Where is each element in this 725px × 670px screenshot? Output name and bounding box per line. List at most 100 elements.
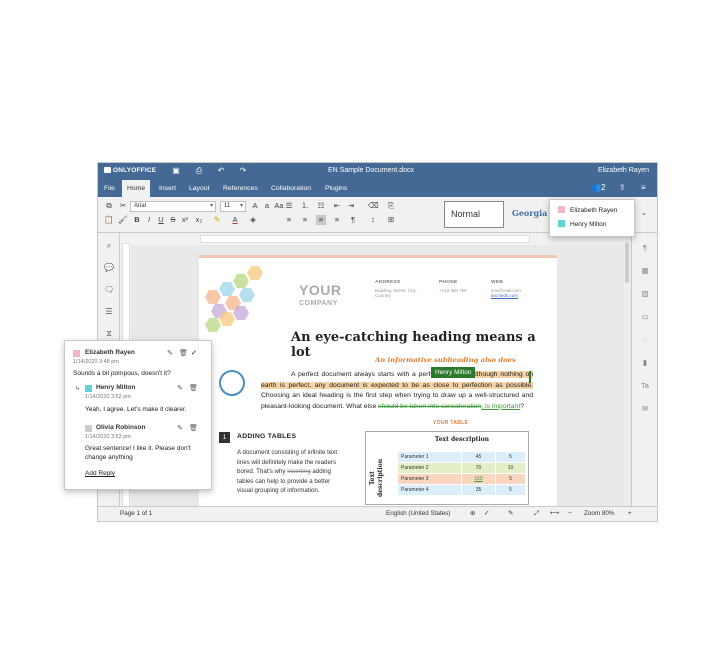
change-case-icon[interactable]: Aa <box>274 201 284 211</box>
decrease-indent-icon[interactable]: ⇤ <box>332 201 342 211</box>
delete-reply-icon[interactable]: 🗑 <box>189 424 198 432</box>
para-deleted-text[interactable]: should be taken into consideration <box>378 403 481 410</box>
format-painter-icon[interactable]: 🖌 <box>118 215 128 225</box>
app-logo-text: ONLYOFFICE <box>113 167 157 174</box>
strikethrough-icon[interactable]: S <box>168 215 178 225</box>
justify-icon[interactable]: ≡ <box>332 215 342 225</box>
textart-settings-icon[interactable]: Ta <box>640 381 650 391</box>
increase-font-icon[interactable]: A <box>250 201 260 211</box>
numbering-icon[interactable]: ⒈ <box>300 201 310 211</box>
scrollbar-thumb[interactable] <box>625 243 629 283</box>
paragraph-marks-icon[interactable]: ¶ <box>348 215 358 225</box>
header-footer-icon[interactable]: ▭ <box>640 312 650 322</box>
add-reply-link[interactable]: Add Reply <box>85 469 115 478</box>
search-icon[interactable]: ⌕ <box>104 241 114 251</box>
fill-color-icon[interactable]: ◈ <box>248 215 258 225</box>
paragraph-settings-icon[interactable]: ¶ <box>640 243 650 253</box>
table-row[interactable]: Parameter 2 70 10 <box>398 463 526 473</box>
save-icon[interactable]: ▣ <box>171 166 181 176</box>
vertical-scrollbar[interactable] <box>624 241 630 506</box>
delete-reply-icon[interactable]: 🗑 <box>189 384 198 392</box>
edit-reply-icon[interactable]: ✎ <box>177 424 183 432</box>
styles-expand-icon[interactable]: ⌄ <box>639 208 649 218</box>
tab-layout[interactable]: Layout <box>184 180 214 197</box>
your-table-label: YOUR TABLE <box>433 420 469 426</box>
horizontal-ruler[interactable] <box>200 235 530 243</box>
font-name-select[interactable]: Arial ▾ <box>130 201 216 212</box>
bullets-icon[interactable]: ☰ <box>284 201 294 211</box>
language-select[interactable]: English (United States) <box>386 510 450 517</box>
table-row[interactable]: Parameter 4 35 5 <box>398 485 526 495</box>
tab-home[interactable]: Home <box>122 180 151 197</box>
tab-references[interactable]: References <box>218 180 263 197</box>
style-georgia[interactable]: Georgia <box>508 201 550 228</box>
web-url[interactable]: arcmeds.com <box>491 293 518 298</box>
font-color-icon[interactable]: A <box>230 215 240 225</box>
redo-icon[interactable]: ↷ <box>238 166 248 176</box>
tab-insert[interactable]: Insert <box>154 180 181 197</box>
title-bar: ONLYOFFICE ▣ ⎙ ↶ ↷ EN Sample Document.do… <box>98 163 657 180</box>
copy-icon[interactable]: ⧉ <box>104 201 114 211</box>
reply-arrow-icon: ↳ <box>75 386 81 392</box>
mail-merge-icon[interactable]: ✉ <box>640 404 650 414</box>
tracking-icon[interactable]: ⧖ <box>104 329 114 339</box>
page-counter[interactable]: Page 1 of 1 <box>120 510 152 517</box>
print-icon[interactable]: ⎙ <box>194 166 204 176</box>
line-spacing-icon[interactable]: ↕ <box>368 215 378 225</box>
highlight-icon[interactable]: ✎ <box>212 215 222 225</box>
chart-settings-icon[interactable]: ▮ <box>640 358 650 368</box>
decrease-font-icon[interactable]: a <box>262 201 272 211</box>
cut-icon[interactable]: ✂ <box>118 201 128 211</box>
data-table[interactable]: Text description Text description Parame… <box>365 431 529 505</box>
reply-text: Great sentence! I like it. Please don't … <box>85 445 191 461</box>
section-text-strike[interactable]: inserting <box>287 468 310 475</box>
copy-style-icon[interactable]: ⎘ <box>386 201 396 211</box>
underline-icon[interactable]: U <box>156 215 166 225</box>
clear-style-icon[interactable]: ⌫ <box>368 201 379 211</box>
fit-page-icon[interactable]: ⤢ <box>534 510 539 518</box>
spellcheck-icon[interactable]: ✓ <box>484 510 489 517</box>
doc-language-icon[interactable]: ⊕ <box>470 510 475 517</box>
resolve-comment-icon[interactable]: ✓ <box>191 349 197 357</box>
para-inserted-text[interactable]: , is important <box>481 403 520 410</box>
table-cell-param: Parameter 1 <box>398 452 462 462</box>
subscript-icon[interactable]: x₂ <box>194 215 204 225</box>
image-settings-icon[interactable]: ▨ <box>640 289 650 299</box>
tab-file[interactable]: File <box>99 180 120 197</box>
font-size-select[interactable]: 11 ▾ <box>220 201 246 212</box>
align-right-icon[interactable]: ≡ <box>316 215 326 225</box>
tab-collaboration[interactable]: Collaboration <box>266 180 316 197</box>
undo-icon[interactable]: ↶ <box>216 166 226 176</box>
edit-comment-icon[interactable]: ✎ <box>167 349 173 357</box>
chat-icon[interactable]: 🗨 <box>104 285 114 295</box>
fit-width-icon[interactable]: ⟷ <box>550 510 559 517</box>
table-row[interactable]: Parameter 3 155 5 <box>398 474 526 484</box>
align-left-icon[interactable]: ≡ <box>284 215 294 225</box>
align-center-icon[interactable]: ≡ <box>300 215 310 225</box>
edit-reply-icon[interactable]: ✎ <box>177 384 183 392</box>
table-row[interactable]: Parameter 1 45 5 <box>398 452 526 462</box>
zoom-out-icon[interactable]: − <box>568 510 572 517</box>
table-settings-icon[interactable]: ▦ <box>640 266 650 276</box>
document-page[interactable]: YOUR COMPANY ADDRESS Building, Street, Ci… <box>199 255 557 515</box>
tab-plugins[interactable]: Plugins <box>320 180 352 197</box>
bold-icon[interactable]: B <box>132 215 142 225</box>
shape-settings-icon[interactable]: ◌ <box>640 335 650 345</box>
paste-icon[interactable]: 📋 <box>104 215 114 225</box>
track-changes-icon[interactable]: ✎ <box>508 510 513 517</box>
zoom-in-icon[interactable]: + <box>628 510 632 517</box>
style-normal[interactable]: Normal <box>444 201 504 228</box>
open-location-icon[interactable]: ⇪ <box>619 183 626 192</box>
navigation-icon[interactable]: ☰ <box>104 307 114 317</box>
delete-comment-icon[interactable]: 🗑 <box>179 349 188 357</box>
superscript-icon[interactable]: x² <box>180 215 190 225</box>
users-icon[interactable]: 👥2 <box>591 183 605 192</box>
menu-icon[interactable]: ≡ <box>641 183 646 192</box>
increase-indent-icon[interactable]: ⇥ <box>346 201 356 211</box>
online-user-name: Henry Milton <box>570 221 607 228</box>
comments-icon[interactable]: 💬 <box>104 263 114 273</box>
multilevel-icon[interactable]: ☷ <box>316 201 326 211</box>
italic-icon[interactable]: I <box>144 215 154 225</box>
chevron-down-icon: ▾ <box>239 203 243 209</box>
nonprinting-icon[interactable]: ⊞ <box>386 215 396 225</box>
